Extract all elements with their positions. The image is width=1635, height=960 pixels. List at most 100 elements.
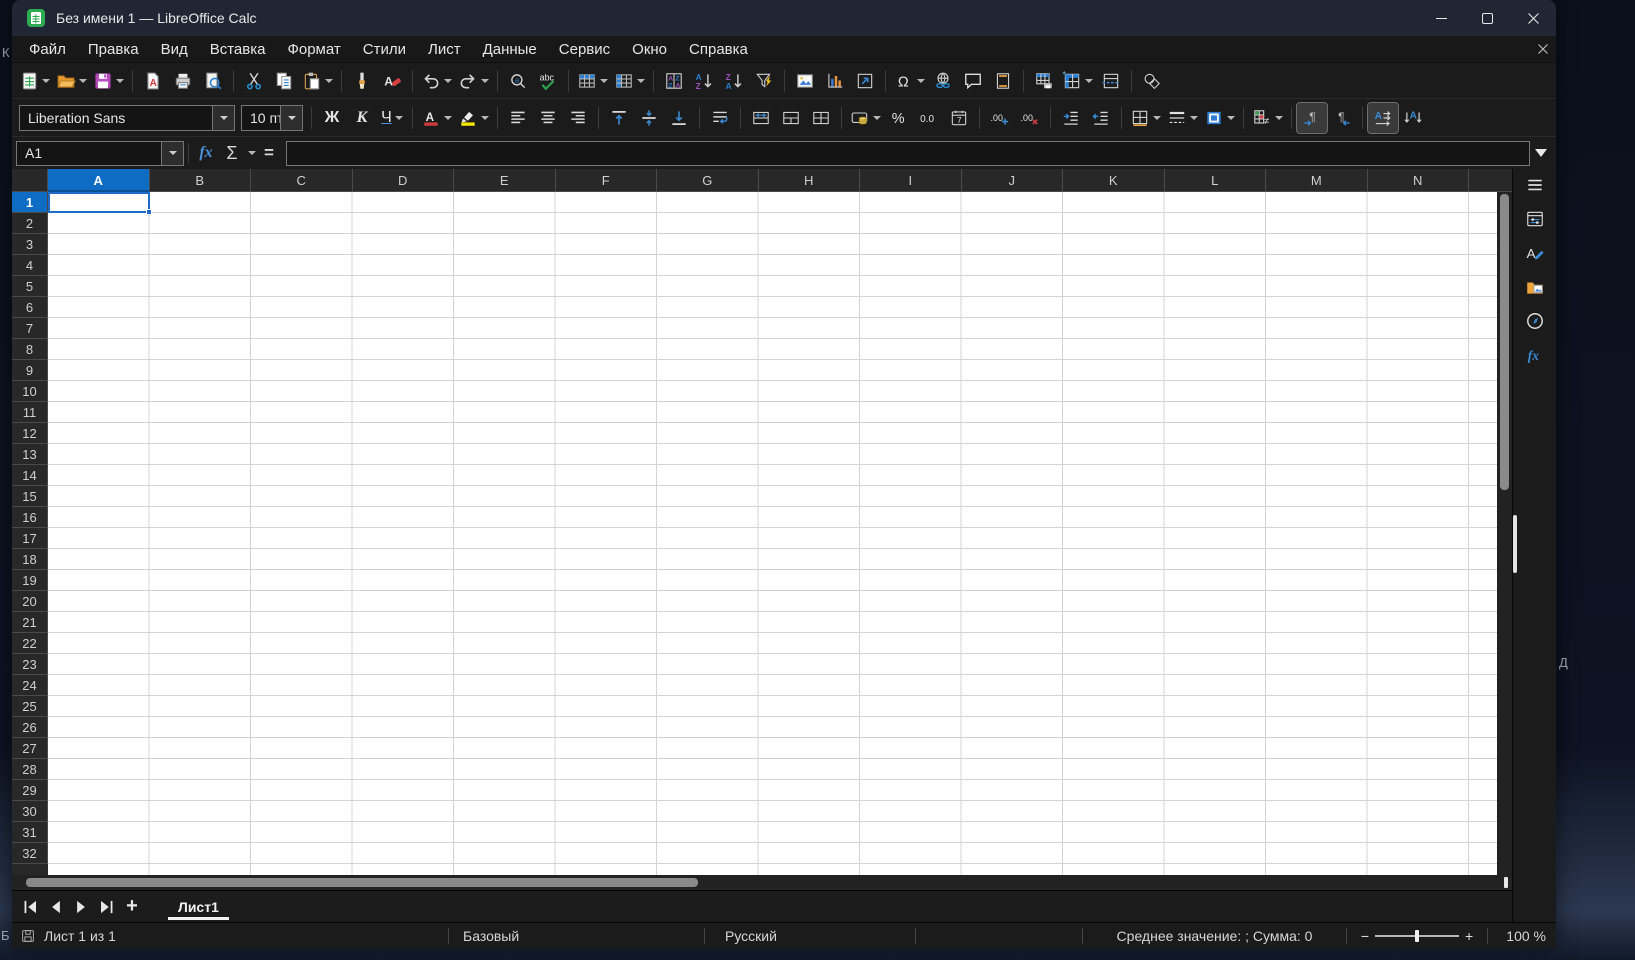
row-header-3[interactable]: 3 bbox=[12, 234, 48, 255]
select-all-corner[interactable] bbox=[12, 169, 48, 192]
previous-sheet-button[interactable] bbox=[43, 894, 68, 920]
hyperlink-button[interactable] bbox=[928, 66, 958, 96]
conditional-formatting-button[interactable]: ≠ bbox=[1249, 103, 1286, 133]
column-header-C[interactable]: C bbox=[251, 169, 353, 192]
properties-button[interactable] bbox=[1518, 206, 1552, 237]
center-vertical-button[interactable] bbox=[634, 103, 664, 133]
row-header-29[interactable]: 29 bbox=[12, 780, 48, 801]
close-document-icon[interactable] bbox=[1538, 36, 1548, 62]
sort-descending-button[interactable]: ZA bbox=[719, 66, 749, 96]
navigator-button[interactable] bbox=[1518, 308, 1552, 339]
title-bar[interactable]: Без имени 1 — LibreOffice Calc bbox=[12, 0, 1556, 36]
expand-formula-bar-icon[interactable] bbox=[1530, 141, 1552, 166]
column-header-E[interactable]: E bbox=[454, 169, 556, 192]
menu-item-format[interactable]: Формат bbox=[276, 36, 351, 62]
insert-image-button[interactable] bbox=[790, 66, 820, 96]
chevron-down-icon[interactable] bbox=[873, 115, 881, 120]
next-sheet-button[interactable] bbox=[68, 894, 93, 920]
row-header-25[interactable]: 25 bbox=[12, 696, 48, 717]
selection-mode-status[interactable] bbox=[916, 928, 1082, 944]
styles-button[interactable]: A bbox=[1518, 240, 1552, 271]
wrap-text-button[interactable] bbox=[705, 103, 735, 133]
minimize-button[interactable] bbox=[1418, 0, 1464, 36]
sort-button[interactable]: AZZA bbox=[659, 66, 689, 96]
column-header-H[interactable]: H bbox=[758, 169, 860, 192]
row-header-12[interactable]: 12 bbox=[12, 423, 48, 444]
name-box[interactable]: A1 bbox=[16, 140, 184, 166]
decrease-indent-button[interactable] bbox=[1086, 103, 1116, 133]
export-pdf-button[interactable]: A bbox=[138, 66, 168, 96]
language-status[interactable]: Русский bbox=[705, 928, 915, 944]
rtl-paragraph-button[interactable]: ¶ bbox=[1327, 103, 1357, 133]
row-header-22[interactable]: 22 bbox=[12, 633, 48, 654]
column-header-J[interactable]: J bbox=[961, 169, 1063, 192]
copy-button[interactable] bbox=[269, 66, 299, 96]
column-header-G[interactable]: G bbox=[657, 169, 759, 192]
text-dir-ltr-button[interactable]: A bbox=[1367, 101, 1399, 134]
functions-button[interactable]: fx bbox=[1518, 342, 1552, 373]
special-character-button[interactable]: Ω bbox=[891, 66, 928, 96]
sheet-tab-лист1[interactable]: Лист1 bbox=[164, 891, 233, 922]
row-header-4[interactable]: 4 bbox=[12, 255, 48, 276]
column-header-M[interactable]: M bbox=[1266, 169, 1368, 192]
insert-row-button[interactable] bbox=[574, 66, 611, 96]
split-window-button[interactable] bbox=[1096, 66, 1126, 96]
row-header-31[interactable]: 31 bbox=[12, 822, 48, 843]
bold-button[interactable]: Ж bbox=[317, 103, 347, 133]
menu-item-sheet[interactable]: Лист bbox=[417, 36, 472, 62]
vertical-scrollbar-thumb[interactable] bbox=[1500, 194, 1509, 490]
zoom-out-icon[interactable]: − bbox=[1361, 928, 1369, 944]
merge-cells-button[interactable] bbox=[776, 103, 806, 133]
highlight-color-button[interactable] bbox=[455, 103, 492, 133]
row-header-24[interactable]: 24 bbox=[12, 675, 48, 696]
chevron-down-icon[interactable] bbox=[1275, 115, 1283, 120]
menu-item-insert[interactable]: Вставка bbox=[199, 36, 277, 62]
column-header-L[interactable]: L bbox=[1164, 169, 1266, 192]
column-header-K[interactable]: K bbox=[1063, 169, 1165, 192]
zoom-level[interactable]: 100 % bbox=[1488, 928, 1548, 944]
freeze-panes-button[interactable]: * bbox=[1059, 66, 1096, 96]
row-header-19[interactable]: 19 bbox=[12, 570, 48, 591]
insert-comment-button[interactable] bbox=[958, 66, 988, 96]
row-header-30[interactable]: 30 bbox=[12, 801, 48, 822]
spelling-button[interactable]: abc bbox=[533, 66, 563, 96]
draw-functions-button[interactable] bbox=[1137, 66, 1167, 96]
select-function-icon[interactable]: Σ bbox=[219, 140, 245, 166]
print-area-button[interactable] bbox=[1029, 66, 1059, 96]
column-header-F[interactable]: F bbox=[555, 169, 657, 192]
selected-cell-outline[interactable] bbox=[48, 192, 152, 215]
align-bottom-button[interactable] bbox=[664, 103, 694, 133]
chevron-down-icon[interactable] bbox=[248, 151, 256, 155]
scrollbar-corner-handle[interactable] bbox=[1504, 877, 1508, 888]
find-replace-button[interactable]: a bbox=[503, 66, 533, 96]
cut-button[interactable] bbox=[239, 66, 269, 96]
add-sheet-button[interactable]: + bbox=[118, 894, 146, 920]
number-format-button[interactable]: 0.0 bbox=[914, 103, 944, 133]
selection-stats[interactable]: Среднее значение: ; Сумма: 0 bbox=[1083, 928, 1346, 944]
row-header-13[interactable]: 13 bbox=[12, 444, 48, 465]
align-right-button[interactable] bbox=[563, 103, 593, 133]
date-format-button[interactable]: 7 bbox=[944, 103, 974, 133]
maximize-button[interactable] bbox=[1464, 0, 1510, 36]
sidebar-settings-button[interactable] bbox=[1518, 172, 1552, 203]
chevron-down-icon[interactable] bbox=[42, 78, 50, 83]
border-style-button[interactable] bbox=[1164, 103, 1201, 133]
formula-input[interactable] bbox=[286, 140, 1530, 166]
last-sheet-button[interactable] bbox=[93, 894, 118, 920]
paste-button[interactable] bbox=[299, 66, 336, 96]
row-header-26[interactable]: 26 bbox=[12, 717, 48, 738]
zoom-in-icon[interactable]: + bbox=[1465, 928, 1473, 944]
font-color-button[interactable]: A bbox=[418, 103, 455, 133]
menu-item-styles[interactable]: Стили bbox=[352, 36, 417, 62]
merge-center-button[interactable] bbox=[746, 103, 776, 133]
clone-formatting-button[interactable] bbox=[347, 66, 377, 96]
chevron-down-icon[interactable] bbox=[1153, 115, 1161, 120]
align-left-button[interactable] bbox=[503, 103, 533, 133]
sidebar-grip[interactable] bbox=[1513, 515, 1517, 573]
row-header-6[interactable]: 6 bbox=[12, 297, 48, 318]
column-header-N[interactable]: N bbox=[1367, 169, 1469, 192]
row-header-17[interactable]: 17 bbox=[12, 528, 48, 549]
chevron-down-icon[interactable] bbox=[637, 78, 645, 83]
align-center-button[interactable] bbox=[533, 103, 563, 133]
new-button[interactable] bbox=[16, 66, 53, 96]
